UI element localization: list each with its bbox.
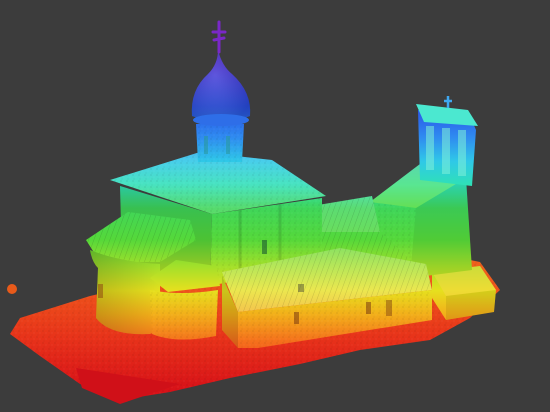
small-apse: [150, 260, 220, 340]
point-cloud-render: [7, 20, 500, 404]
bell-tower: [416, 96, 478, 186]
cross: [211, 20, 227, 54]
point-cloud-viewport[interactable]: [0, 0, 550, 412]
onion-dome: [191, 50, 251, 162]
